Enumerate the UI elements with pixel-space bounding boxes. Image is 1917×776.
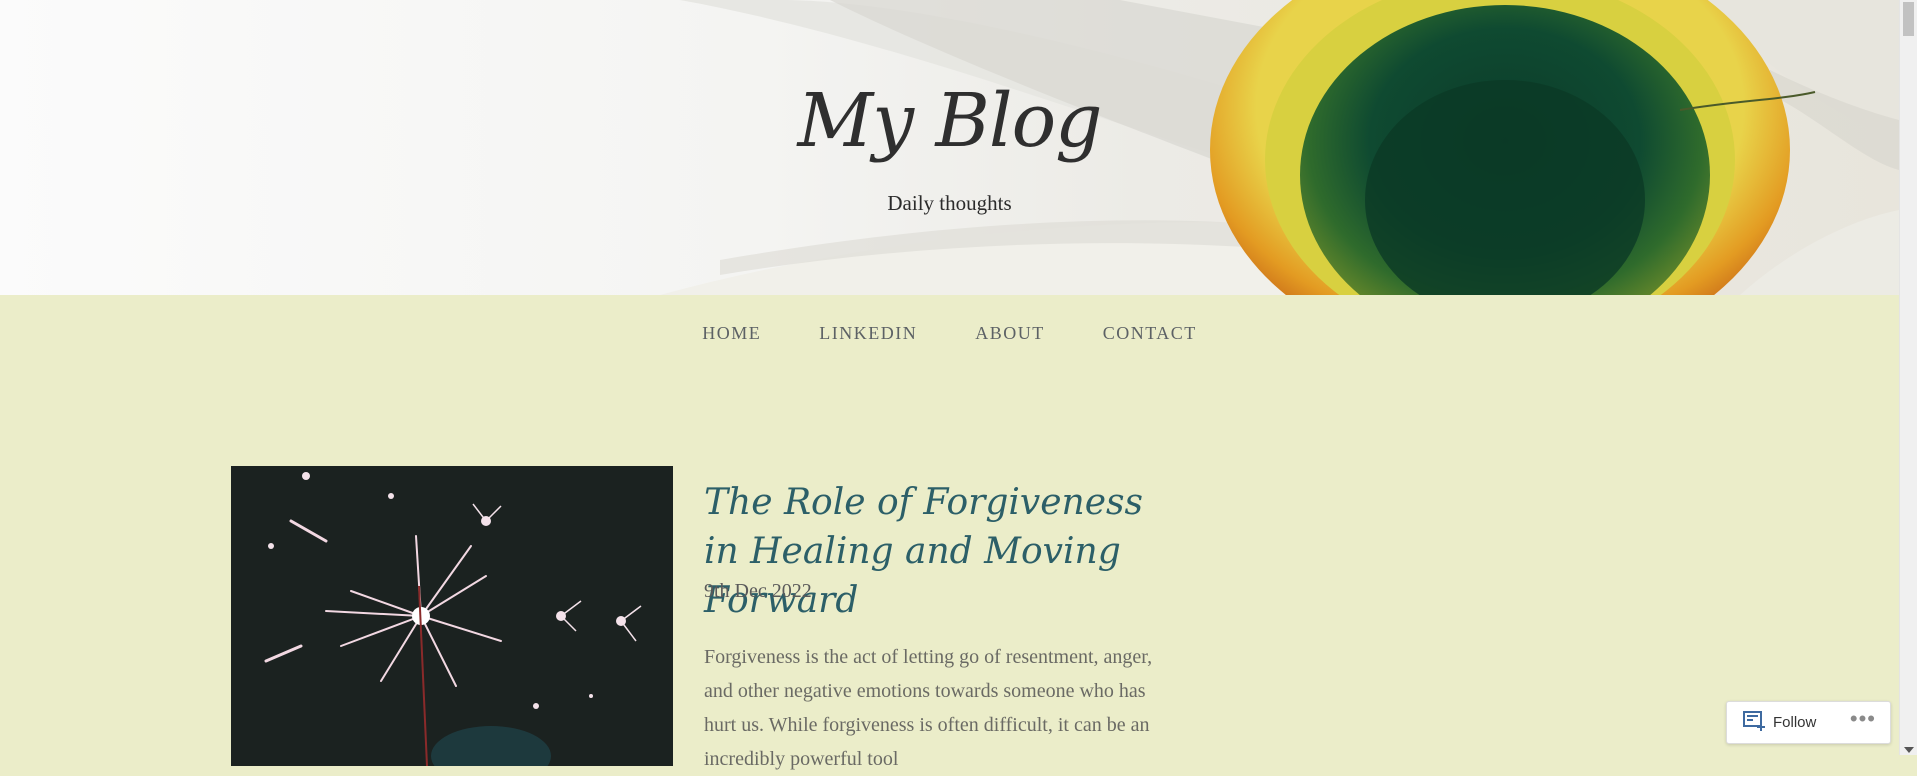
follow-widget: Follow ••• — [1726, 701, 1891, 744]
nav-item-home[interactable]: HOME — [702, 323, 761, 344]
follow-label: Follow — [1773, 714, 1817, 731]
sparkler-image — [231, 466, 673, 766]
main-navigation: HOME LINKEDIN ABOUT CONTACT — [0, 323, 1899, 344]
post-featured-image[interactable] — [231, 466, 673, 766]
site-title[interactable]: My Blog — [0, 84, 1899, 158]
scrollbar-thumb[interactable] — [1903, 2, 1914, 36]
site-tagline: Daily thoughts — [887, 191, 1012, 215]
nav-item-contact[interactable]: CONTACT — [1103, 323, 1197, 344]
post-date: 9th Dec 2022 — [704, 580, 812, 602]
ellipsis-icon[interactable]: ••• — [1850, 707, 1876, 738]
post-excerpt: Forgiveness is the act of letting go of … — [704, 646, 1153, 770]
nav-item-about[interactable]: ABOUT — [975, 323, 1045, 344]
header-hero: My Blog Daily thoughts — [0, 0, 1899, 295]
nav-item-linkedin[interactable]: LINKEDIN — [819, 323, 917, 344]
reader-follow-icon — [1743, 710, 1767, 736]
scroll-down-arrow-icon[interactable] — [1904, 747, 1914, 753]
vertical-scrollbar[interactable] — [1899, 0, 1917, 755]
follow-button[interactable]: Follow — [1727, 702, 1816, 743]
